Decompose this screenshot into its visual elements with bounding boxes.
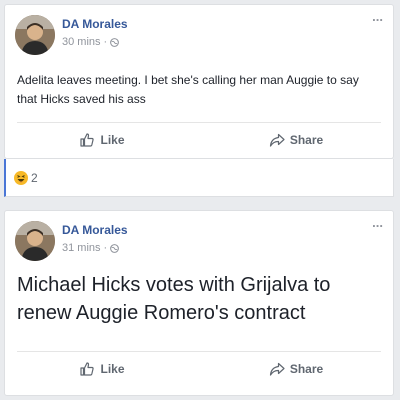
- like-label: Like: [100, 362, 125, 376]
- post-time[interactable]: 31 mins: [62, 242, 101, 254]
- share-arrow-icon: [269, 362, 285, 376]
- separator-dot: ·: [103, 242, 108, 254]
- share-arrow-icon: [269, 133, 285, 147]
- globe-icon: [110, 243, 120, 253]
- like-button[interactable]: Like: [5, 123, 199, 157]
- more-options-button[interactable]: ...: [372, 9, 383, 24]
- reaction-summary[interactable]: 2: [14, 171, 38, 185]
- post-author[interactable]: DA Morales: [62, 223, 128, 237]
- share-button[interactable]: Share: [199, 123, 393, 157]
- share-label: Share: [289, 133, 324, 147]
- haha-reaction-icon: [14, 171, 28, 185]
- post-meta: 30 mins ·: [62, 36, 120, 48]
- post-time[interactable]: 30 mins: [62, 36, 101, 48]
- post-actions: Like Share: [5, 352, 393, 386]
- like-button[interactable]: Like: [5, 352, 199, 386]
- avatar[interactable]: [15, 15, 55, 55]
- like-label: Like: [100, 133, 125, 147]
- post-text: Michael Hicks votes with Grijalva to ren…: [17, 274, 331, 324]
- separator-dot: ·: [103, 36, 108, 48]
- post-actions: Like Share: [5, 123, 393, 157]
- post-author[interactable]: DA Morales: [62, 17, 128, 31]
- share-label: Share: [289, 362, 324, 376]
- thumbs-up-icon: [80, 362, 95, 376]
- thumbs-up-icon: [80, 133, 95, 147]
- reaction-count: 2: [31, 171, 38, 185]
- post-card: DA Morales 30 mins · ... Adelita leaves …: [4, 4, 394, 159]
- post-meta: 31 mins ·: [62, 242, 120, 254]
- share-button[interactable]: Share: [199, 352, 393, 386]
- reaction-bar: 2: [4, 159, 394, 197]
- post-text: Adelita leaves meeting. I bet she's call…: [17, 73, 359, 106]
- avatar[interactable]: [15, 221, 55, 261]
- globe-icon: [110, 37, 120, 47]
- more-options-button[interactable]: ...: [372, 215, 383, 230]
- post-card: DA Morales 31 mins · ... Michael Hicks v…: [4, 210, 394, 396]
